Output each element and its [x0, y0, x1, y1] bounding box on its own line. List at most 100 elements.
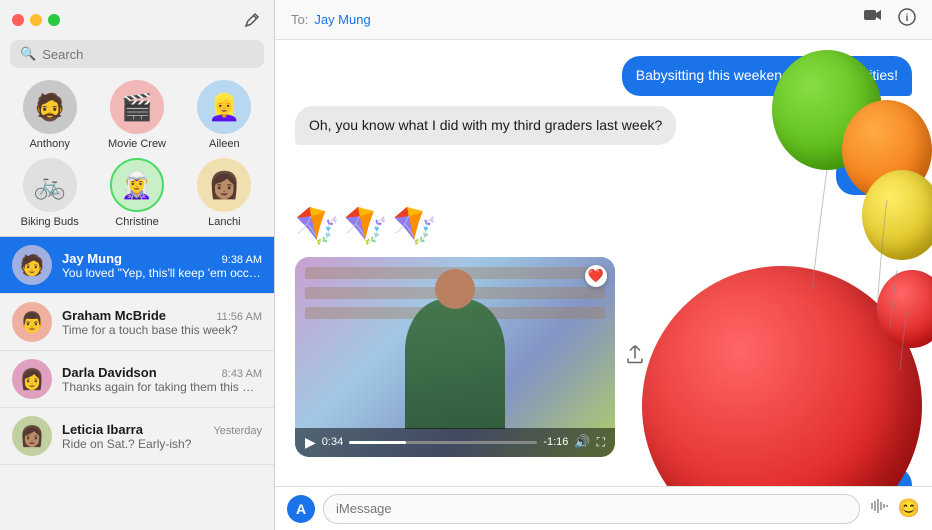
- conversation-list: 🧑 Jay Mung 9:38 AM You loved "Yep, this'…: [0, 237, 274, 530]
- message-bubble-outgoing-3: Tell me!: [836, 155, 912, 195]
- video-call-button[interactable]: [864, 8, 882, 31]
- conv-name: Darla Davidson: [62, 365, 157, 380]
- pinned-contact-christine[interactable]: 🧝‍♀️ Christine: [102, 158, 172, 228]
- conv-item-graham-mcbride[interactable]: 👨 Graham McBride 11:56 AM Time for a tou…: [0, 294, 274, 351]
- conv-preview: Time for a touch base this week?: [62, 323, 262, 337]
- video-time-current: 0:34: [322, 436, 343, 448]
- contact-name-anthony: Anthony: [29, 138, 69, 150]
- conv-preview: Thanks again for taking them this weeken…: [62, 380, 262, 394]
- conv-name: Graham McBride: [62, 308, 166, 323]
- app-store-button[interactable]: A: [287, 495, 315, 523]
- conv-info-darla: Darla Davidson 8:43 AM Thanks again for …: [62, 365, 262, 394]
- avatar-lanchi: 👩🏽: [197, 158, 251, 212]
- avatar-jay-mung: 🧑: [12, 245, 52, 285]
- play-button[interactable]: ▶: [305, 434, 316, 451]
- contact-name-biking-buds: Biking Buds: [21, 216, 79, 228]
- pinned-contact-anthony[interactable]: 🧔 Anthony: [15, 80, 85, 150]
- conv-item-darla-davidson[interactable]: 👩 Darla Davidson 8:43 AM Thanks again fo…: [0, 351, 274, 408]
- pinned-contact-lanchi[interactable]: 👩🏽 Lanchi: [189, 158, 259, 228]
- kite-sticker-3: 🪁: [393, 205, 438, 247]
- kite-sticker-2: 🪁: [344, 205, 389, 247]
- fullscreen-icon[interactable]: ⛶: [597, 435, 605, 450]
- contact-name-aileen: Aileen: [209, 138, 240, 150]
- maximize-button[interactable]: [48, 14, 60, 26]
- chat-actions: i: [864, 8, 916, 31]
- message-bubble-incoming-2: Oh, you know what I did with my third gr…: [295, 106, 676, 146]
- conv-item-jay-mung[interactable]: 🧑 Jay Mung 9:38 AM You loved "Yep, this'…: [0, 237, 274, 294]
- search-bar: 🔍: [10, 40, 264, 68]
- avatar-movie-crew: 🎬: [110, 80, 164, 134]
- titlebar: [0, 0, 274, 40]
- message-row-2: Oh, you know what I did with my third gr…: [295, 106, 912, 146]
- video-like-badge: ❤️: [585, 265, 607, 287]
- avatar-biking-buds: 🚲: [23, 158, 77, 212]
- message-bubble-amazing: Amazing idea!: [795, 467, 912, 486]
- main-content: To: Jay Mung i Babysitting this weekend,…: [275, 0, 932, 530]
- chat-to: To: Jay Mung: [291, 12, 371, 27]
- avatar-aileen: 👱‍♀️: [197, 80, 251, 134]
- minimize-button[interactable]: [30, 14, 42, 26]
- balloon-red-large: [642, 266, 922, 486]
- conv-name: Leticia Ibarra: [62, 422, 143, 437]
- emoji-button[interactable]: 😊: [898, 498, 920, 519]
- conv-info-jay-mung: Jay Mung 9:38 AM You loved "Yep, this'll…: [62, 251, 262, 280]
- search-input[interactable]: [42, 47, 254, 62]
- contact-name-lanchi: Lanchi: [208, 216, 240, 228]
- conv-item-leticia-ibarra[interactable]: 👩🏽 Leticia Ibarra Yesterday Ride on Sat.…: [0, 408, 274, 465]
- chat-recipient-name[interactable]: Jay Mung: [314, 12, 370, 27]
- chat-to-label: To:: [291, 12, 308, 27]
- pinned-contact-aileen[interactable]: 👱‍♀️ Aileen: [189, 80, 259, 150]
- kite-sticker-1: 🪁: [295, 205, 340, 247]
- message-row-amazing: Amazing idea! Delivered: [295, 467, 912, 486]
- progress-fill: [349, 441, 405, 444]
- conv-time: Yesterday: [213, 425, 262, 437]
- pinned-contact-biking-buds[interactable]: 🚲 Biking Buds: [15, 158, 85, 228]
- conv-time: 11:56 AM: [216, 311, 262, 323]
- kite-stickers-row: 🪁 🪁 🪁: [295, 205, 437, 247]
- message-row-3: Tell me!: [295, 155, 912, 195]
- conv-header: Graham McBride 11:56 AM: [62, 308, 262, 323]
- messages-area[interactable]: Babysitting this weekend, I need activit…: [275, 40, 932, 486]
- close-button[interactable]: [12, 14, 24, 26]
- message-row-1: Babysitting this weekend, I need activit…: [295, 56, 912, 96]
- volume-icon[interactable]: 🔊: [574, 434, 590, 450]
- avatar-darla-davidson: 👩: [12, 359, 52, 399]
- contact-name-christine: Christine: [115, 216, 158, 228]
- avatar-christine: 🧝‍♀️: [110, 158, 164, 212]
- pinned-contacts: 🧔 Anthony 🎬 Movie Crew 👱‍♀️ Aileen 🚲 Bik…: [0, 76, 274, 236]
- contact-name-movie-crew: Movie Crew: [108, 138, 166, 150]
- progress-bar[interactable]: [349, 441, 537, 444]
- compose-button[interactable]: [242, 10, 262, 30]
- conv-info-graham: Graham McBride 11:56 AM Time for a touch…: [62, 308, 262, 337]
- video-thumbnail[interactable]: ▶ 0:34 -1:16 🔊 ⛶ ❤️: [295, 257, 615, 457]
- video-message-wrap: ▶ 0:34 -1:16 🔊 ⛶ ❤️: [295, 257, 615, 457]
- input-bar: A 😊: [275, 486, 932, 530]
- message-input[interactable]: [323, 494, 860, 524]
- video-time-remaining: -1:16: [543, 436, 568, 448]
- conv-info-leticia: Leticia Ibarra Yesterday Ride on Sat.? E…: [62, 422, 262, 451]
- audio-waveform-icon[interactable]: [868, 497, 890, 520]
- traffic-lights: [12, 14, 60, 26]
- conv-name: Jay Mung: [62, 251, 122, 266]
- conv-header: Jay Mung 9:38 AM: [62, 251, 262, 266]
- input-right-icons: 😊: [868, 497, 920, 520]
- svg-text:i: i: [906, 13, 909, 24]
- search-icon: 🔍: [20, 46, 36, 62]
- avatar-graham-mcbride: 👨: [12, 302, 52, 342]
- message-bubble-outgoing-1: Babysitting this weekend, I need activit…: [622, 56, 912, 96]
- conv-preview: You loved "Yep, this'll keep 'em occupie…: [62, 266, 262, 280]
- conv-time: 9:38 AM: [222, 254, 262, 266]
- conv-preview: Ride on Sat.? Early-ish?: [62, 437, 262, 451]
- conv-time: 8:43 AM: [222, 368, 262, 380]
- conv-header: Leticia Ibarra Yesterday: [62, 422, 262, 437]
- conv-header: Darla Davidson 8:43 AM: [62, 365, 262, 380]
- avatar-anthony: 🧔: [23, 80, 77, 134]
- pinned-contact-movie-crew[interactable]: 🎬 Movie Crew: [102, 80, 172, 150]
- video-controls[interactable]: ▶ 0:34 -1:16 🔊 ⛶: [295, 428, 615, 457]
- sidebar: 🔍 🧔 Anthony 🎬 Movie Crew 👱‍♀️ Aileen 🚲 B…: [0, 0, 275, 530]
- share-button[interactable]: [627, 345, 643, 368]
- avatar-leticia-ibarra: 👩🏽: [12, 416, 52, 456]
- chat-header: To: Jay Mung i: [275, 0, 932, 40]
- balloon-red-small: [877, 270, 932, 348]
- info-button[interactable]: i: [898, 8, 916, 31]
